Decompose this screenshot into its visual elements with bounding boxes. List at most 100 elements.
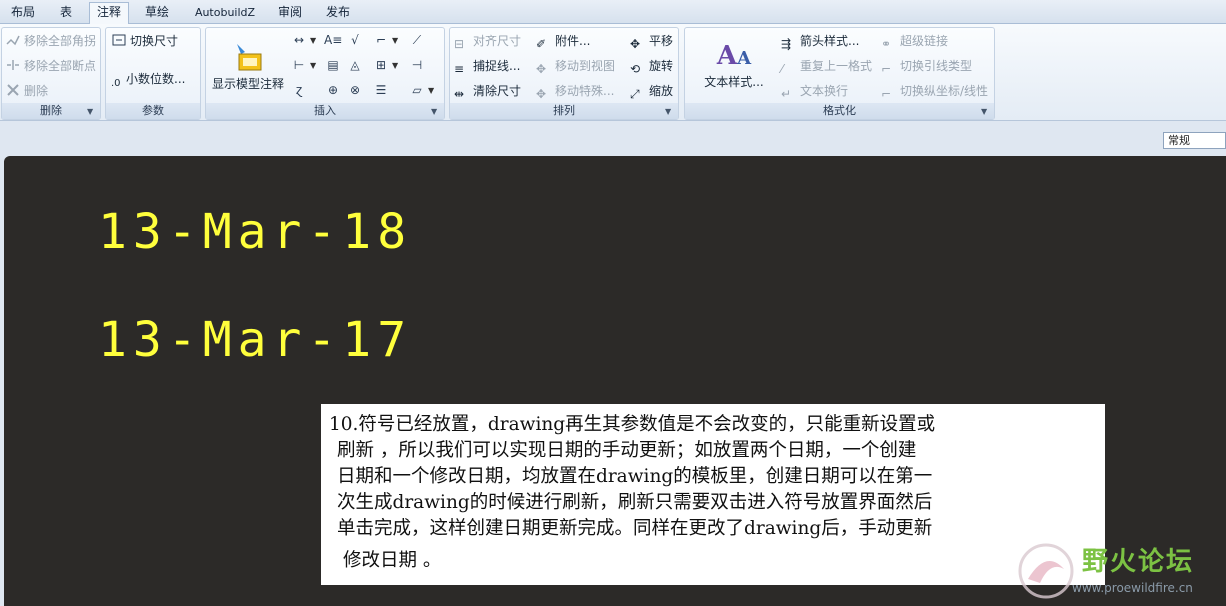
arrange-group-launcher-icon[interactable]: ▼	[665, 107, 674, 116]
align-dimensions-button[interactable]: ⊟ 对齐尺寸	[454, 31, 521, 51]
note-line-4: 次生成drawing的时候进行刷新，刷新只需要双击进入符号放置界面然后	[337, 492, 933, 513]
toggle-dimension-label: 切换尺寸	[130, 34, 179, 48]
ordinate-dropdown-icon[interactable]: ▼	[392, 36, 398, 45]
move-special-label: 移动特殊...	[555, 84, 615, 98]
show-model-annotations-button[interactable]: 显示模型注释	[209, 40, 287, 92]
tab-autobuildz[interactable]: AutobuildZ	[186, 3, 264, 24]
move-to-view-label: 移动到视图	[555, 59, 616, 73]
rotate-icon: ⟲	[630, 62, 641, 76]
ribbon-tab-bar: 布局 表 注释 草绘 AutobuildZ 审阅 发布	[0, 0, 1226, 25]
surface-finish-icon[interactable]: √	[346, 31, 364, 49]
note-line-5: 单击完成，这样创建日期更新完成。同样在更改了drawing后，手动更新	[337, 518, 933, 539]
scale-button[interactable]: ⤢ 缩放	[630, 81, 673, 101]
note-line-6: 修改日期 。	[343, 550, 442, 571]
ribbon: 移除全部角拐 移除全部断点 删除 删除 ▼ 切换尺寸 .0 小数位数... 参数 …	[0, 24, 1226, 121]
jog-icon	[6, 35, 20, 46]
weld-icon[interactable]: ɀ	[290, 81, 308, 99]
remove-all-breaks-button[interactable]: 移除全部断点	[5, 56, 96, 76]
tab-annotate[interactable]: 注释	[89, 2, 129, 25]
datum-target-icon[interactable]: ⊗	[346, 81, 364, 99]
delete-button[interactable]: 删除	[5, 81, 48, 101]
note-icon[interactable]: A≡	[324, 31, 342, 49]
toggle-ordinate-linear-button[interactable]: ⌐ 切换纵坐标/线性	[881, 81, 988, 101]
balloon-icon[interactable]: ⊕	[324, 81, 342, 99]
show-model-annotations-label: 显示模型注释	[211, 77, 284, 91]
snap-line-button[interactable]: ≡ 捕捉线...	[454, 56, 520, 76]
note-line-2: 刷新 ，所以我们可以实现日期的手动更新；如放置两个日期，一个创建	[337, 440, 917, 461]
text-style-label: 文本样式...	[704, 75, 764, 89]
hyperlink-label: 超级链接	[900, 34, 949, 48]
move-to-view-button[interactable]: ✥ 移动到视图	[536, 56, 615, 76]
tab-table[interactable]: 表	[50, 3, 82, 24]
note-line-3: 日期和一个修改日期，均放置在drawing的模板里，创建日期可以在第一	[337, 466, 933, 487]
ordinate-linear-icon: ⌐	[881, 87, 892, 101]
tolerance-icon[interactable]: ⊣	[408, 56, 426, 74]
rotate-button[interactable]: ⟲ 旋转	[630, 56, 673, 76]
tab-sketch[interactable]: 草绘	[136, 3, 178, 24]
align-icon: ⊟	[454, 37, 465, 51]
datum-feature-dropdown-icon[interactable]: ▼	[428, 86, 434, 95]
repeat-format-icon: ⁄	[781, 62, 784, 76]
insert-group-launcher-icon[interactable]: ▼	[431, 107, 440, 116]
clean-dimensions-button[interactable]: ⇹ 清除尺寸	[454, 81, 521, 101]
watermark-logo-icon	[1018, 543, 1074, 599]
tab-publish[interactable]: 发布	[318, 3, 358, 24]
note-line-1: 10.符号已经放置，drawing再生其参数值是不会改变的，只能重新设置或	[329, 414, 936, 435]
created-date-text[interactable]: 13-Mar-18	[98, 204, 412, 260]
datum-feature-icon[interactable]: ▱	[408, 81, 426, 99]
params-group-label: 参数	[106, 103, 200, 119]
toggle-dimension-button[interactable]: 切换尺寸	[111, 31, 178, 51]
hyperlink-button[interactable]: ⚭ 超级链接	[881, 31, 948, 51]
toggle-leader-type-button[interactable]: ⌐ 切换引线类型	[881, 56, 972, 76]
break-icon	[7, 60, 19, 70]
reference-icon[interactable]: ⟋	[408, 31, 426, 49]
show-model-annotations-icon	[237, 44, 262, 71]
repeat-last-format-button[interactable]: ⁄ 重复上一格式	[781, 56, 872, 76]
attachment-label: 附件...	[555, 34, 591, 48]
move-special-button[interactable]: ✥ 移动特殊...	[536, 81, 614, 101]
snap-line-icon: ≡	[454, 62, 465, 76]
gtol-dropdown-icon[interactable]: ▼	[392, 61, 398, 70]
clean-dimensions-label: 清除尺寸	[473, 84, 522, 98]
arrange-group: ⊟ 对齐尺寸 ≡ 捕捉线... ⇹ 清除尺寸 ✐ 附件... ✥ 移动到视图 ✥ 移动特殊.…	[449, 27, 679, 120]
arrange-group-label: 排列	[450, 103, 678, 119]
format-group-launcher-icon[interactable]: ▼	[981, 107, 990, 116]
tab-review[interactable]: 审阅	[270, 3, 310, 24]
datum-dimension-icon[interactable]: ⊢	[290, 56, 308, 74]
scale-icon: ⤢	[630, 87, 640, 101]
arrow-style-icon: ⇶	[781, 37, 792, 51]
modified-date-text[interactable]: 13-Mar-17	[98, 312, 412, 368]
text-style-button[interactable]: AA 文本样式...	[699, 42, 769, 90]
watermark-url: www.proewildfire.cn	[1072, 581, 1193, 595]
remove-all-breaks-label: 移除全部断点	[24, 59, 97, 73]
scale-label: 缩放	[649, 84, 674, 98]
gtol-icon[interactable]: ⊞	[372, 56, 390, 74]
symbol-icon[interactable]: ◬	[346, 56, 364, 74]
ordinate-icon[interactable]: ⌐	[372, 31, 390, 49]
move-to-view-icon: ✥	[536, 62, 547, 76]
insert-group-label: 插入	[206, 103, 444, 119]
remove-all-jogs-button[interactable]: 移除全部角拐	[5, 31, 96, 51]
arrow-style-button[interactable]: ⇶ 箭头样式...	[781, 31, 859, 51]
pan-button[interactable]: ✥ 平移	[630, 31, 673, 51]
attachment-button[interactable]: ✐ 附件...	[536, 31, 590, 51]
snap-line-label: 捕捉线...	[473, 59, 521, 73]
delete-group-launcher-icon[interactable]: ▼	[87, 107, 96, 116]
style-combo[interactable]: 常规	[1163, 132, 1226, 149]
clean-dimensions-icon: ⇹	[454, 87, 465, 101]
format-group: AA 文本样式... ⇶ 箭头样式... ⁄ 重复上一格式 ↵ 文本换行 ⚭ 超级链接 …	[684, 27, 995, 120]
decimal-places-button[interactable]: .0 小数位数...	[111, 69, 185, 89]
annotation-note: 10.符号已经放置，drawing再生其参数值是不会改变的，只能重新设置或 刷新…	[321, 404, 1105, 585]
dimension-dropdown-icon[interactable]: ▼	[310, 36, 316, 45]
delete-x-icon	[7, 84, 19, 96]
move-special-icon: ✥	[536, 87, 547, 101]
text-wrap-icon: ↵	[781, 87, 792, 101]
text-wrap-button[interactable]: ↵ 文本换行	[781, 81, 848, 101]
align-dimensions-label: 对齐尺寸	[473, 34, 522, 48]
bom-icon[interactable]: ☰	[372, 81, 390, 99]
leader-type-icon: ⌐	[881, 62, 892, 76]
tab-layout[interactable]: 布局	[2, 3, 44, 24]
datum-dimension-dropdown-icon[interactable]: ▼	[310, 61, 316, 70]
table-icon[interactable]: ▤	[324, 56, 342, 74]
dimension-icon[interactable]: ↔	[290, 31, 308, 49]
